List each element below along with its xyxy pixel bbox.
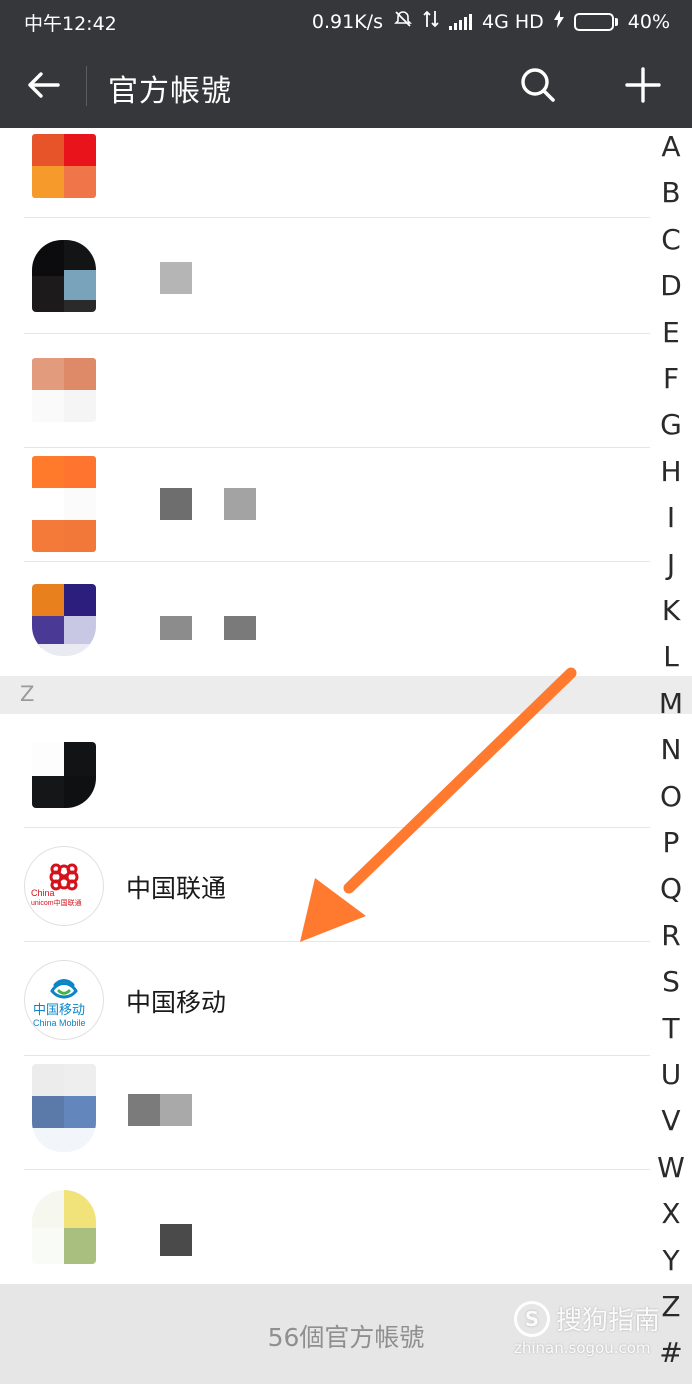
blurred-name [160, 616, 192, 640]
index-letter[interactable]: T [650, 1012, 692, 1045]
account-avatar [32, 1190, 96, 1264]
list-item-china-unicom[interactable]: China unicom中国联通 中国联通 [0, 828, 650, 942]
signal-icon [448, 13, 472, 30]
index-letter[interactable]: H [650, 455, 692, 488]
page-title: 官方帳號 [108, 74, 232, 109]
index-letter[interactable]: U [650, 1058, 692, 1091]
battery-percent: 40% [627, 10, 670, 33]
list-item-blurred[interactable] [0, 220, 650, 334]
index-letter[interactable]: L [650, 640, 692, 673]
search-icon [521, 68, 555, 102]
unicom-logo-text-2: unicom中国联通 [31, 898, 82, 907]
china-unicom-logo: China unicom中国联通 [24, 846, 104, 926]
index-letter[interactable]: N [650, 733, 692, 766]
watermark-url: zhinan.sogou.com [514, 1339, 651, 1357]
china-mobile-logo: 中国移动 China Mobile [24, 960, 104, 1040]
list-item-blurred[interactable] [0, 448, 650, 562]
index-letter[interactable]: O [650, 780, 692, 813]
status-bar: 中午12:42 0.91K/s 4G HD 40% [0, 0, 692, 42]
index-letter[interactable]: V [650, 1104, 692, 1137]
list-item-china-mobile[interactable]: 中国移动 China Mobile 中国移动 [0, 942, 650, 1056]
index-letter[interactable]: G [650, 408, 692, 441]
mobile-logo-text-1: 中国移动 [33, 1003, 85, 1018]
list-item-blurred[interactable] [0, 1170, 650, 1284]
index-letter[interactable]: K [650, 594, 692, 627]
data-transfer-icon [423, 9, 439, 34]
status-indicators: 0.91K/s 4G HD 40% [312, 9, 670, 34]
charging-icon [553, 10, 564, 33]
account-avatar [32, 456, 96, 552]
list-item-blurred[interactable] [0, 128, 650, 218]
index-letter[interactable]: F [650, 362, 692, 395]
index-letter[interactable]: X [650, 1197, 692, 1230]
unicom-logo-text-1: China [31, 888, 55, 898]
plus-icon [625, 67, 661, 103]
battery-icon [573, 12, 618, 31]
watermark-text: 搜狗指南 [556, 1306, 661, 1336]
blurred-name [224, 616, 256, 640]
blurred-name [160, 262, 192, 294]
index-letter[interactable]: J [650, 548, 692, 581]
section-header: Z [0, 676, 692, 714]
account-name: 中国移动 [126, 988, 227, 1017]
index-letter[interactable]: B [650, 176, 692, 209]
watermark: S 搜狗指南 zhinan.sogou.com [514, 1300, 674, 1357]
network-type: 4G HD [481, 10, 544, 33]
status-time: 中午12:42 [24, 13, 117, 35]
index-letter[interactable]: A [650, 130, 692, 163]
add-button[interactable] [616, 62, 670, 108]
index-letter[interactable]: S [650, 965, 692, 998]
network-speed: 0.91K/s [311, 10, 383, 33]
blurred-name [224, 488, 256, 520]
list-item-blurred[interactable] [0, 334, 650, 448]
section-letter: Z [20, 682, 35, 706]
account-avatar [32, 584, 96, 656]
mute-icon [393, 9, 413, 34]
alphabet-index[interactable]: A B C D E F G H I J K L M N O P Q R S T U V W X Y Z # [650, 130, 692, 1384]
title-divider [86, 66, 87, 106]
account-avatar [32, 742, 96, 808]
index-letter[interactable]: W [650, 1151, 692, 1184]
account-name: 中国联通 [126, 874, 227, 903]
back-button[interactable] [14, 62, 72, 108]
blurred-name [160, 488, 192, 520]
blurred-name [160, 1224, 192, 1256]
index-letter[interactable]: I [650, 501, 692, 534]
list-item-blurred[interactable] [0, 714, 650, 828]
sogou-logo-icon: S [514, 1300, 550, 1337]
account-avatar [32, 134, 96, 198]
index-letter[interactable]: Y [650, 1244, 692, 1277]
index-letter[interactable]: P [650, 826, 692, 859]
index-letter[interactable]: C [650, 223, 692, 256]
arrow-left-icon [28, 72, 60, 98]
index-letter[interactable]: M [650, 687, 692, 720]
list-item-blurred[interactable] [0, 1056, 650, 1170]
index-letter[interactable]: R [650, 919, 692, 952]
index-letter[interactable]: E [650, 316, 692, 349]
account-avatar [32, 1064, 96, 1152]
blurred-name [160, 1094, 192, 1126]
account-avatar [32, 358, 96, 422]
title-bar: 官方帳號 [0, 42, 692, 128]
blurred-name [128, 1094, 160, 1126]
list-item-blurred[interactable] [0, 562, 650, 676]
account-avatar [32, 240, 96, 312]
account-list[interactable]: Z China unicom中国联通 中国联通 中国移动 China Mobil… [0, 128, 692, 1284]
index-letter[interactable]: D [650, 269, 692, 302]
mobile-logo-text-2: China Mobile [33, 1018, 86, 1028]
search-button[interactable] [512, 62, 562, 108]
index-letter[interactable]: Q [650, 872, 692, 905]
